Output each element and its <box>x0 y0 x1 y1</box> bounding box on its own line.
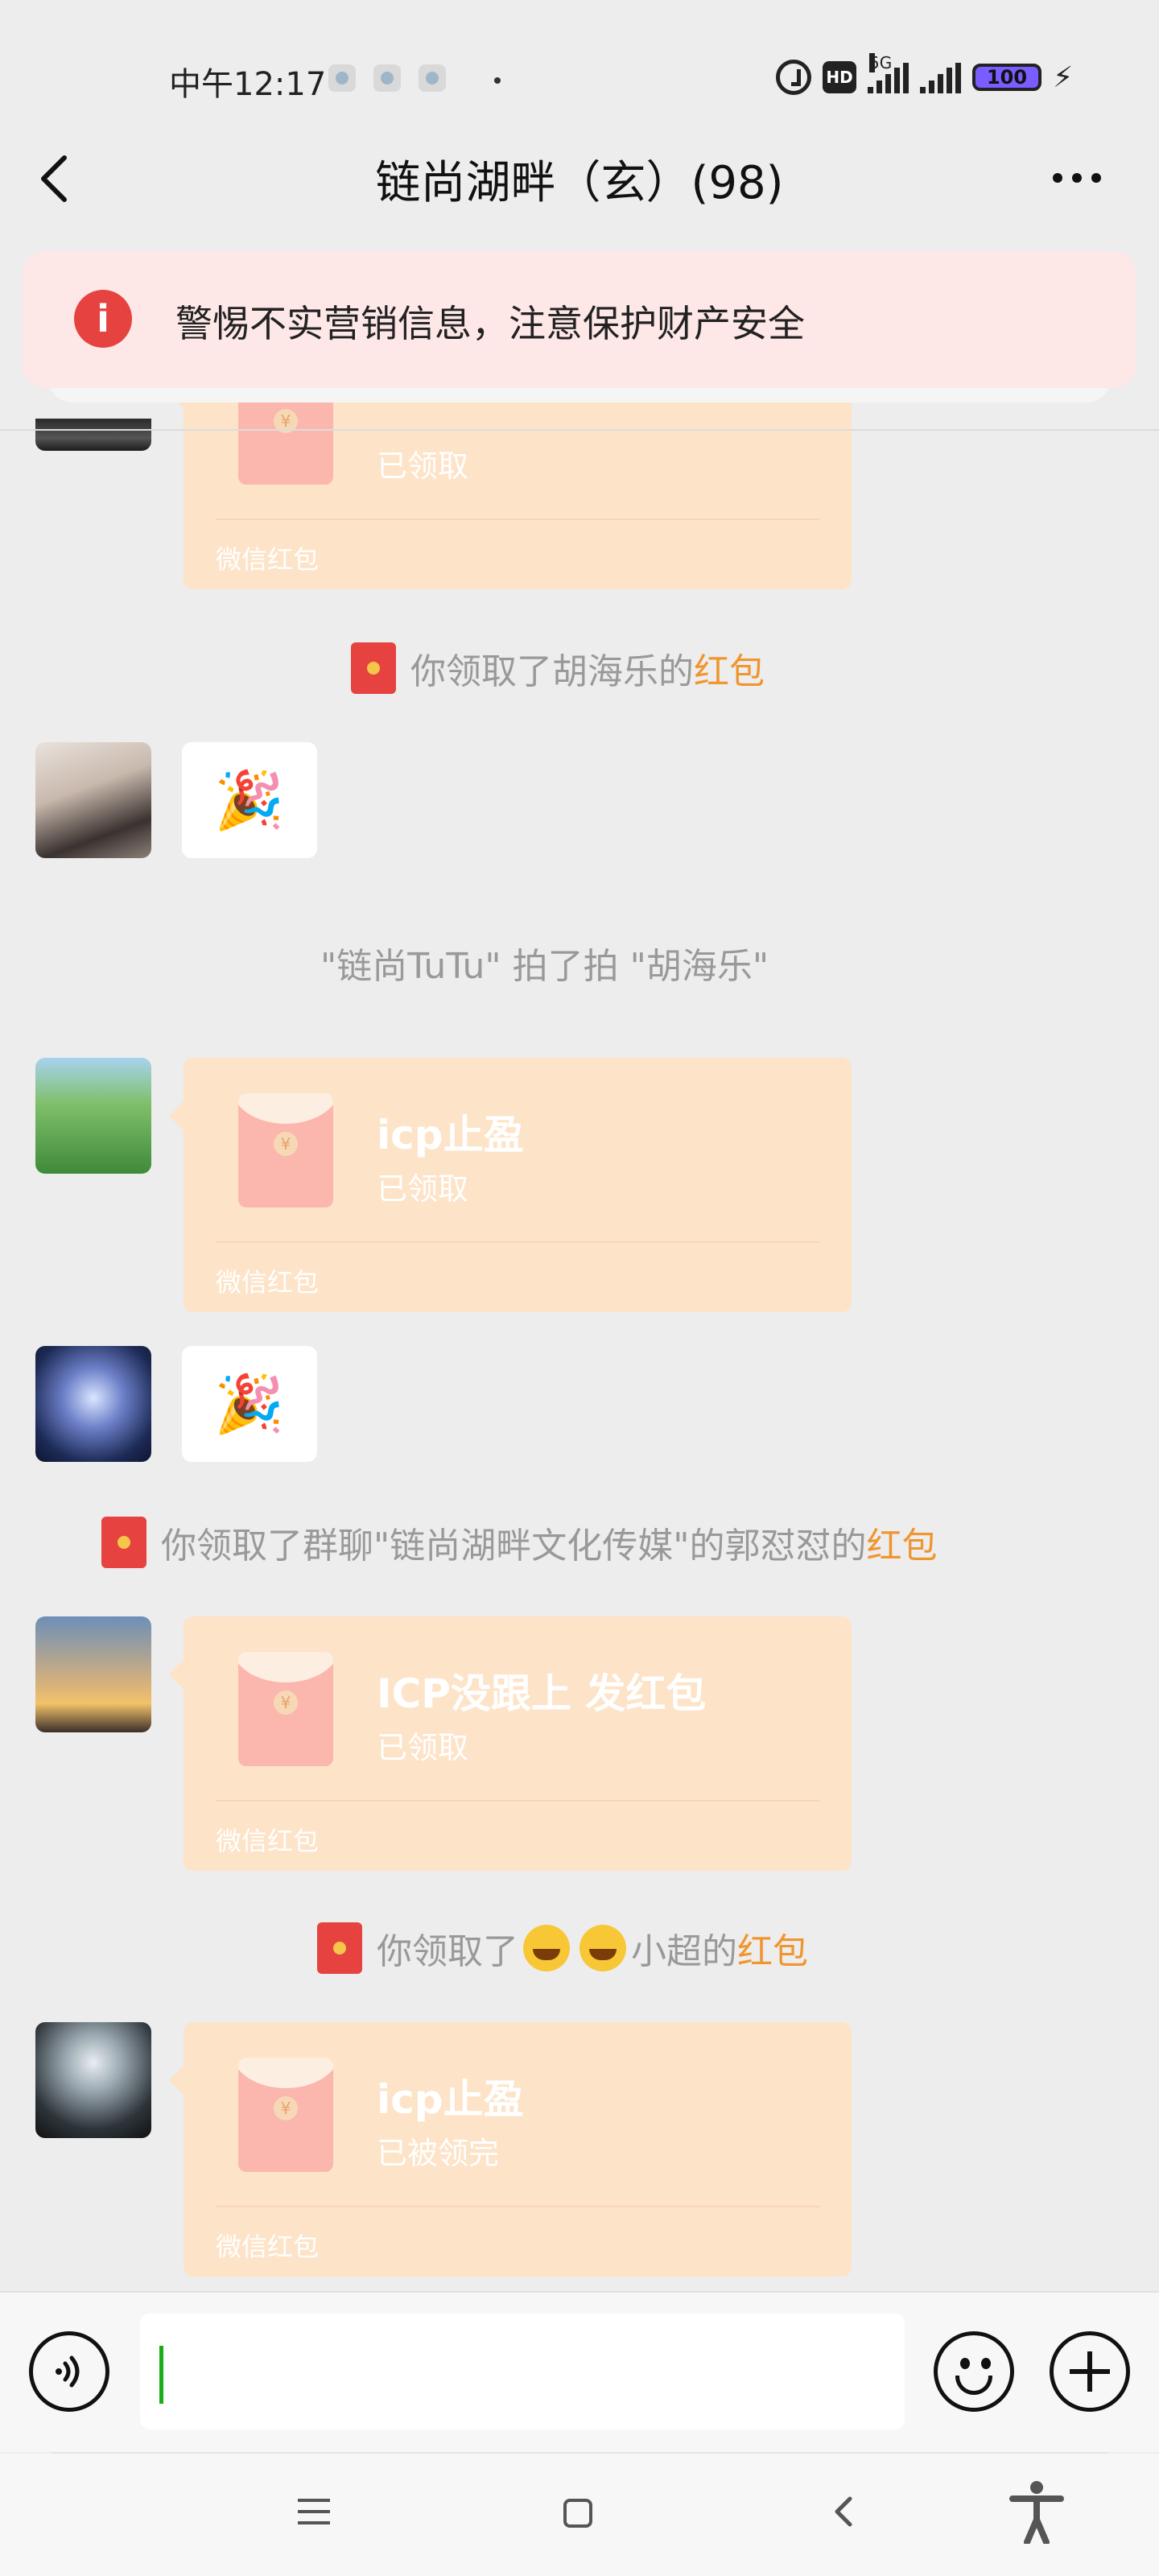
charging-icon: ⚡ <box>1053 60 1074 94</box>
red-packet-icon <box>101 1517 146 1568</box>
red-packet-title: icp止盈 <box>377 1112 524 1158</box>
avatar[interactable] <box>35 1058 151 1174</box>
alarm-icon <box>776 60 811 95</box>
status-right: HD 5G 100 ⚡ <box>776 53 1074 95</box>
system-message: 你领取了胡海乐的 红包 <box>351 642 765 694</box>
system-message: 你领取了群聊"链尚湖畔文化传媒"的郭怼怼的 红包 <box>101 1517 937 1568</box>
notification-dot-icon <box>494 77 501 84</box>
red-packet-message[interactable]: icp止盈 已领取 微信红包 <box>169 1058 852 1312</box>
battery-icon: 100 <box>972 64 1041 91</box>
signal-icon <box>920 61 961 93</box>
voice-button[interactable] <box>29 2331 109 2412</box>
home-icon[interactable] <box>563 2499 592 2528</box>
avatar[interactable] <box>35 1346 151 1462</box>
red-packet-title: icp止盈 <box>377 2076 524 2123</box>
emoji-message[interactable]: 🎉 <box>182 1346 317 1462</box>
red-packet-footer: 微信红包 <box>216 2231 320 2262</box>
red-packet-status: 已被领完 <box>377 2136 500 2171</box>
red-packet-icon <box>238 1093 333 1208</box>
header-divider <box>0 429 1159 431</box>
emoji-message[interactable]: 🎉 <box>182 742 317 858</box>
accessibility-icon[interactable] <box>1008 2479 1066 2545</box>
signal-icon: 5G <box>868 53 909 93</box>
red-packet-link[interactable]: 红包 <box>694 642 765 694</box>
red-packet-footer: 微信红包 <box>216 544 320 575</box>
red-packet-status: 已领取 <box>377 1171 469 1207</box>
red-packet-divider <box>216 2206 819 2207</box>
emoji-icon <box>960 2358 970 2369</box>
status-app-icons <box>328 64 446 92</box>
system-message-text: 你领取了胡海乐的 <box>410 651 694 692</box>
red-packet-divider <box>216 518 819 520</box>
red-packet-divider <box>216 1800 819 1802</box>
red-packet-status: 已领取 <box>377 448 469 484</box>
text-caret <box>159 2346 163 2404</box>
pat-message: "链尚TuTu" 拍了拍 "胡海乐" <box>320 946 769 987</box>
app-icon <box>373 64 401 92</box>
red-packet-icon <box>351 642 396 694</box>
sender-name: 小超的 <box>631 1931 737 1972</box>
system-message-text: 你领取了 <box>377 1931 518 1972</box>
app-icon <box>328 64 356 92</box>
red-packet-link[interactable]: 红包 <box>866 1517 937 1568</box>
exclamation-icon: i <box>74 290 132 348</box>
avatar[interactable] <box>35 2022 151 2138</box>
warning-text: 警惕不实营销信息，注意保护财产安全 <box>175 302 805 345</box>
red-packet-divider <box>216 1241 819 1243</box>
red-packet-message[interactable]: icp止盈 已被领完 微信红包 <box>169 2022 852 2277</box>
network-label: 5G <box>869 53 893 72</box>
app-icon <box>419 64 446 92</box>
message-input[interactable] <box>140 2314 905 2429</box>
red-packet-message[interactable]: ICP没跟上 发红包 已领取 微信红包 <box>169 1616 852 1871</box>
chat-title: 链尚湖畔（玄）(98) <box>375 157 784 209</box>
red-packet-footer: 微信红包 <box>216 1826 320 1856</box>
grin-emoji-icon <box>580 1925 626 1971</box>
more-dots-icon <box>1053 173 1062 183</box>
red-packet-footer: 微信红包 <box>216 1267 320 1298</box>
avatar[interactable] <box>35 1616 151 1732</box>
avatar[interactable] <box>35 742 151 858</box>
emoji-button[interactable] <box>934 2331 1014 2412</box>
back-icon[interactable] <box>831 2496 855 2528</box>
red-packet-icon <box>238 1652 333 1766</box>
red-packet-icon <box>238 2058 333 2172</box>
hd-icon: HD <box>823 61 856 93</box>
system-message: 你领取了 小超的 红包 <box>317 1922 808 1974</box>
system-message-text: 你领取了群聊"链尚湖畔文化传媒"的郭怼怼的 <box>161 1525 867 1567</box>
plus-button[interactable] <box>1050 2331 1130 2412</box>
red-packet-status: 已领取 <box>377 1730 469 1765</box>
red-packet-link[interactable]: 红包 <box>737 1922 808 1974</box>
voice-icon <box>56 2355 80 2388</box>
grin-emoji-icon <box>523 1925 570 1971</box>
red-packet-icon <box>317 1922 362 1974</box>
menu-icon[interactable] <box>298 2499 330 2524</box>
red-packet-title: ICP没跟上 发红包 <box>377 1670 707 1717</box>
avatar[interactable] <box>35 419 151 451</box>
more-button[interactable] <box>1045 158 1109 198</box>
status-time: 中午12:17 <box>169 66 327 103</box>
